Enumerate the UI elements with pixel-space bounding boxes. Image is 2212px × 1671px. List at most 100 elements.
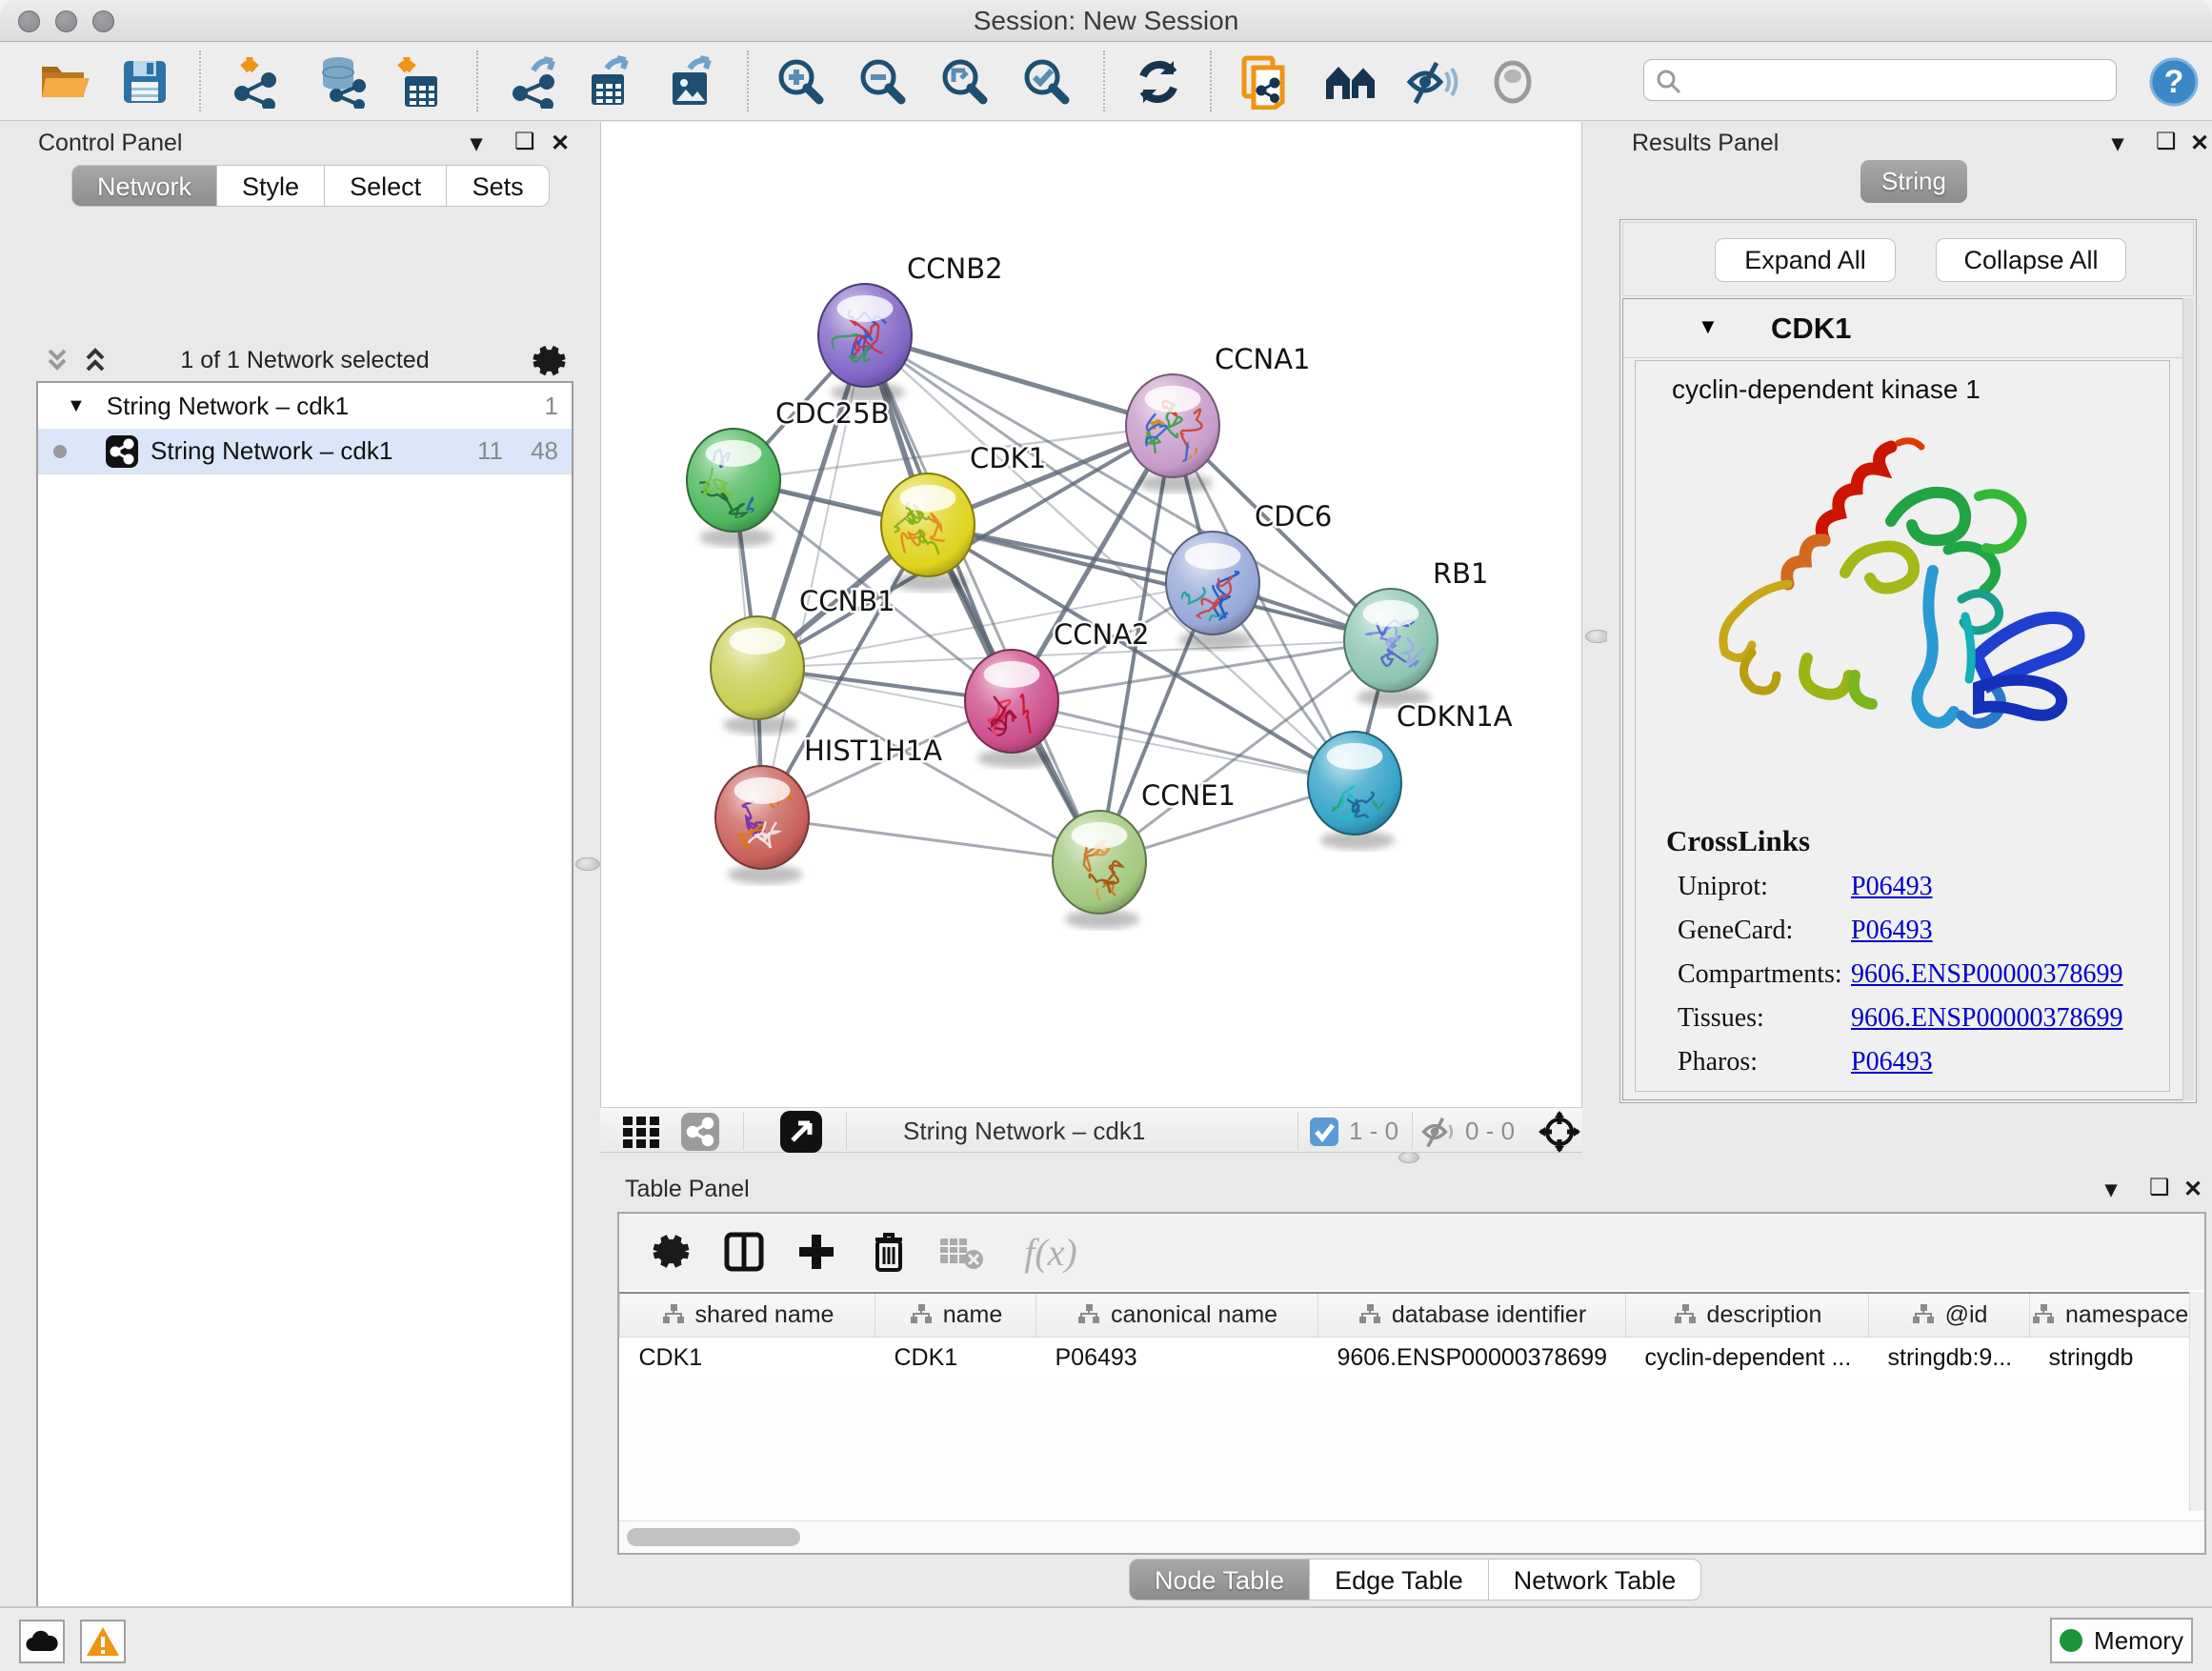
zoom-in-button[interactable] xyxy=(773,54,830,110)
results-panel-float-button[interactable]: ❑ xyxy=(2156,128,2177,155)
bottom-splitter-handle[interactable] xyxy=(1398,1152,1419,1163)
tab-edge-table[interactable]: Edge Table xyxy=(1310,1559,1489,1601)
show-columns-button[interactable] xyxy=(720,1229,768,1275)
apply-layout-button[interactable] xyxy=(1130,54,1187,110)
function-builder-button[interactable]: f(x) xyxy=(1008,1229,1094,1275)
status-bar: Memory xyxy=(0,1606,2212,1671)
table-row[interactable]: CDK1CDK1P064939606.ENSP00000378699cyclin… xyxy=(620,1337,2190,1379)
tab-network-table[interactable]: Network Table xyxy=(1489,1559,1702,1601)
tab-string[interactable]: String xyxy=(1860,160,1967,203)
birds-eye-grid-icon[interactable] xyxy=(621,1113,663,1151)
left-splitter-handle[interactable] xyxy=(575,857,600,871)
node-CDKN1A[interactable]: CDKN1A xyxy=(1308,700,1513,835)
node-CDK1[interactable]: CDK1 xyxy=(877,442,1046,576)
column-header-name[interactable]: name xyxy=(875,1293,1036,1337)
node-CCNB1[interactable]: CCNB1 xyxy=(711,585,895,719)
table-cell[interactable]: CDK1 xyxy=(620,1337,875,1379)
control-panel-float-button[interactable]: ❑ xyxy=(514,128,535,155)
tab-network[interactable]: Network xyxy=(71,165,217,207)
import-network-from-database-button[interactable] xyxy=(312,54,370,110)
column-header--id[interactable]: @id xyxy=(1869,1293,2030,1337)
edge-CCNB2-CCNE1[interactable] xyxy=(865,335,1099,862)
table-cell[interactable]: cyclin-dependent ... xyxy=(1626,1337,1869,1379)
tab-select[interactable]: Select xyxy=(325,165,447,207)
tab-sets[interactable]: Sets xyxy=(447,165,550,207)
create-column-button[interactable] xyxy=(793,1229,840,1275)
tab-style[interactable]: Style xyxy=(217,165,325,207)
import-table-from-file-button[interactable] xyxy=(389,54,446,110)
edge-CCNB2-CCNA1[interactable] xyxy=(865,335,1173,426)
zoom-out-button[interactable] xyxy=(855,54,912,110)
save-session-button[interactable] xyxy=(116,54,173,110)
show-all-button[interactable] xyxy=(1484,54,1541,110)
cloud-button[interactable] xyxy=(19,1620,65,1663)
first-neighbors-button[interactable] xyxy=(1323,54,1380,110)
zoom-fit-button[interactable] xyxy=(936,54,994,110)
protein-section-header[interactable]: ▼ CDK1 xyxy=(1623,299,2193,358)
table-cell[interactable]: stringdb xyxy=(2030,1337,2190,1379)
crosslink-link[interactable]: 9606.ENSP00000378699 xyxy=(1851,1003,2122,1033)
edge-CCNA2-CDKN1A[interactable] xyxy=(1012,701,1355,783)
edge-HIST1H1A-CCNE1[interactable] xyxy=(762,817,1099,862)
crosslink-link[interactable]: P06493 xyxy=(1851,1047,1933,1077)
network-view-canvas[interactable]: CCNB2CCNA1CDC25BCDK1CDC6RB1CCNB1CCNA2CDK… xyxy=(600,122,1582,1107)
table-panel-menu-arrow[interactable]: ▾ xyxy=(2105,1176,2117,1203)
toolbar-separator xyxy=(747,50,749,111)
selected-nodes-checkbox[interactable] xyxy=(1309,1117,1339,1147)
column-header-shared-name[interactable]: shared name xyxy=(620,1293,875,1337)
export-network-button[interactable] xyxy=(506,54,563,110)
expand-all-button[interactable]: Expand All xyxy=(1715,238,1896,282)
table-vertical-scrollbar[interactable] xyxy=(2189,1292,2204,1511)
table-horizontal-scrollbar[interactable] xyxy=(619,1520,2204,1553)
network-options-gear-icon[interactable] xyxy=(532,343,568,379)
control-panel-close-button[interactable]: ✕ xyxy=(551,130,570,157)
export-table-button[interactable] xyxy=(581,54,638,110)
section-collapse-arrow[interactable]: ▼ xyxy=(1698,314,1719,339)
results-scrollbar[interactable] xyxy=(2182,298,2194,1100)
hidden-eye-slash-icon xyxy=(1419,1116,1459,1148)
open-in-window-icon[interactable] xyxy=(779,1110,823,1154)
delete-column-button[interactable] xyxy=(865,1229,913,1275)
delete-table-button[interactable] xyxy=(937,1229,985,1275)
warnings-button[interactable] xyxy=(80,1620,126,1663)
network-collection-row[interactable]: ▼ String Network – cdk1 1 xyxy=(38,383,572,429)
crosslink-link[interactable]: P06493 xyxy=(1851,916,1933,945)
network-from-selection-button[interactable] xyxy=(1237,54,1294,110)
column-header-canonical-name[interactable]: canonical name xyxy=(1036,1293,1318,1337)
node-CCNA1[interactable]: CCNA1 xyxy=(1126,343,1310,480)
column-header-database-identifier[interactable]: database identifier xyxy=(1318,1293,1626,1337)
collection-expand-arrow[interactable]: ▼ xyxy=(67,395,86,417)
table-cell[interactable]: P06493 xyxy=(1036,1337,1318,1379)
table-panel-close-button[interactable]: ✕ xyxy=(2183,1176,2202,1203)
zoom-selected-button[interactable] xyxy=(1018,54,1076,110)
memory-button[interactable]: Memory xyxy=(2050,1618,2193,1663)
import-network-from-file-button[interactable] xyxy=(228,54,285,110)
table-cell[interactable]: stringdb:9... xyxy=(1869,1337,2030,1379)
control-panel-menu-arrow[interactable]: ▾ xyxy=(471,130,482,157)
table-options-button[interactable] xyxy=(648,1229,695,1275)
node-CCNE1[interactable]: CCNE1 xyxy=(1053,779,1236,922)
node-HIST1H1A[interactable]: HIST1H1A xyxy=(715,735,942,869)
collapse-all-button[interactable]: Collapse All xyxy=(1936,238,2126,282)
search-input[interactable] xyxy=(1643,59,2117,101)
network-row[interactable]: String Network – cdk1 11 48 xyxy=(38,429,572,474)
export-image-button[interactable] xyxy=(662,54,719,110)
help-button[interactable]: ? xyxy=(2145,54,2202,110)
table-panel-float-button[interactable]: ❑ xyxy=(2149,1174,2170,1201)
pan-crosshair-icon[interactable] xyxy=(1538,1111,1580,1153)
open-session-button[interactable] xyxy=(36,54,93,110)
column-header-description[interactable]: description xyxy=(1626,1293,1869,1337)
scrollbar-thumb[interactable] xyxy=(627,1528,800,1546)
table-cell[interactable]: 9606.ENSP00000378699 xyxy=(1318,1337,1626,1379)
table-cell[interactable]: CDK1 xyxy=(875,1337,1036,1379)
tab-node-table[interactable]: Node Table xyxy=(1129,1559,1310,1601)
crosslink-link[interactable]: 9606.ENSP00000378699 xyxy=(1851,959,2122,989)
results-panel-close-button[interactable]: ✕ xyxy=(2190,130,2209,157)
node-RB1[interactable]: RB1 xyxy=(1344,557,1489,692)
network-share-icon[interactable] xyxy=(680,1112,720,1152)
hide-selected-button[interactable] xyxy=(1403,54,1460,110)
column-header-namespace[interactable]: namespace xyxy=(2030,1293,2190,1337)
node-table[interactable]: shared namenamecanonical namedatabase id… xyxy=(619,1292,2190,1379)
crosslink-link[interactable]: P06493 xyxy=(1851,872,1933,901)
results-panel-menu-arrow[interactable]: ▾ xyxy=(2112,130,2123,157)
